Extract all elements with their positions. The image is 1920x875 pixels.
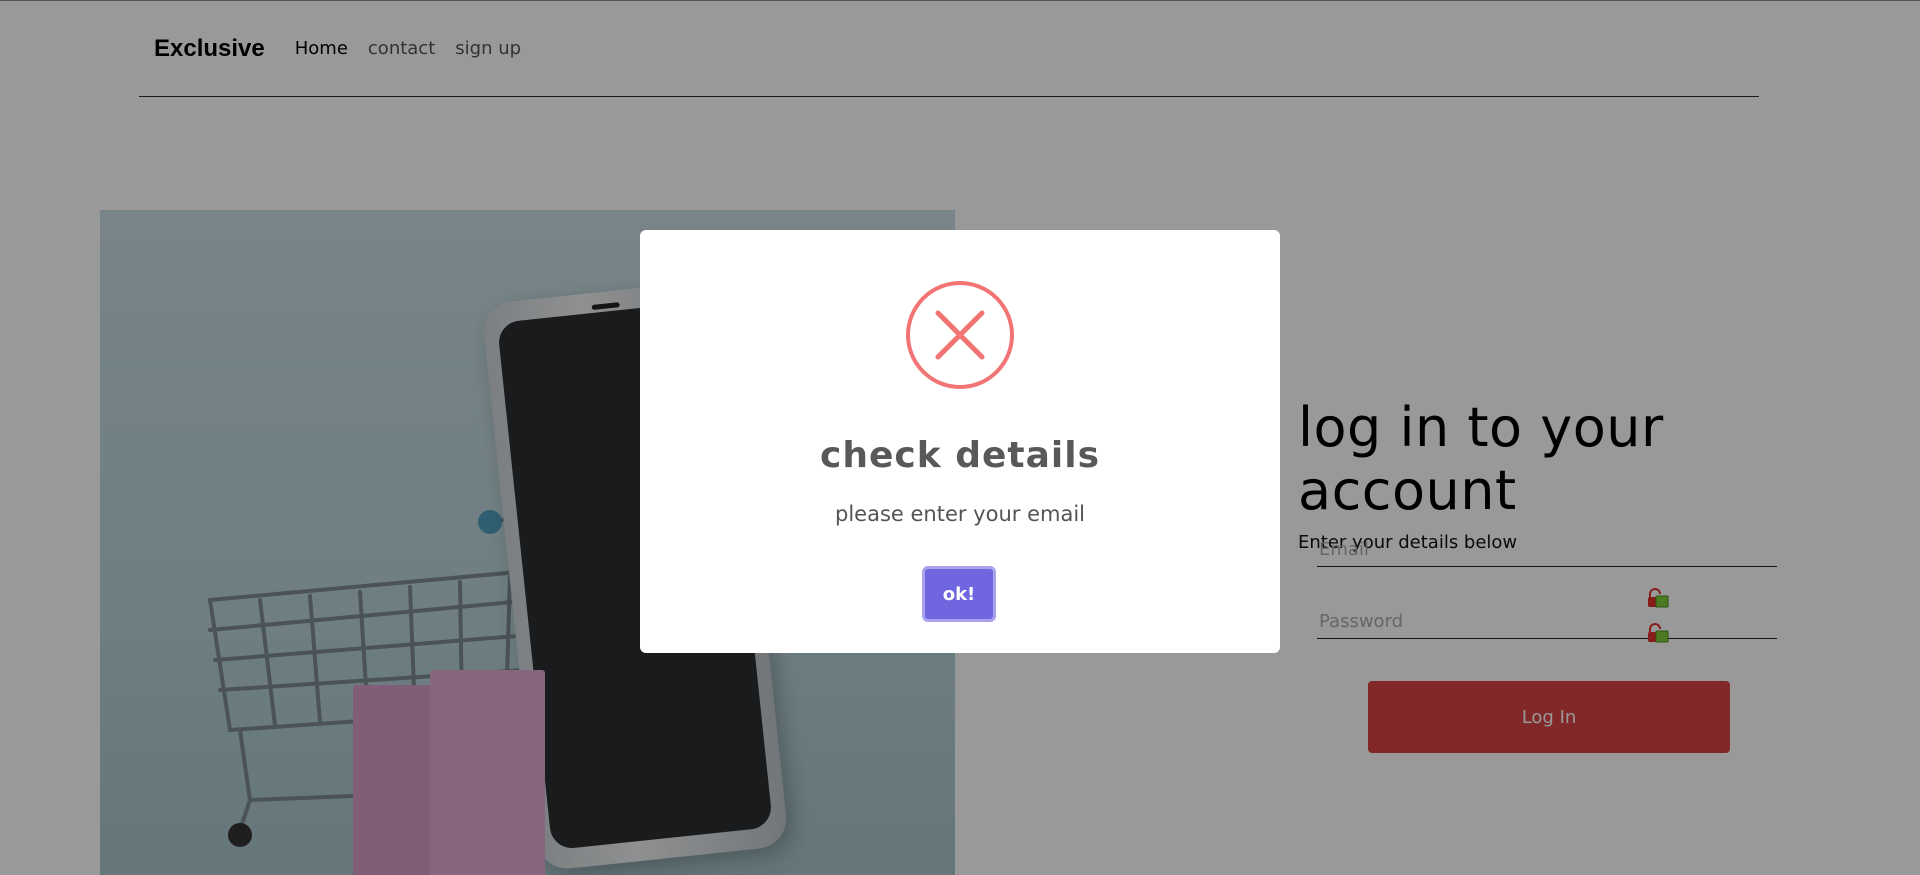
error-x-icon xyxy=(906,281,1014,389)
modal-title: check details xyxy=(820,435,1100,476)
alert-modal: check details please enter your email ok… xyxy=(640,230,1280,653)
ok-button[interactable]: ok! xyxy=(922,566,996,622)
page: Exclusive Home contact sign up log in to… xyxy=(0,0,1920,875)
modal-message: please enter your email xyxy=(835,502,1085,526)
